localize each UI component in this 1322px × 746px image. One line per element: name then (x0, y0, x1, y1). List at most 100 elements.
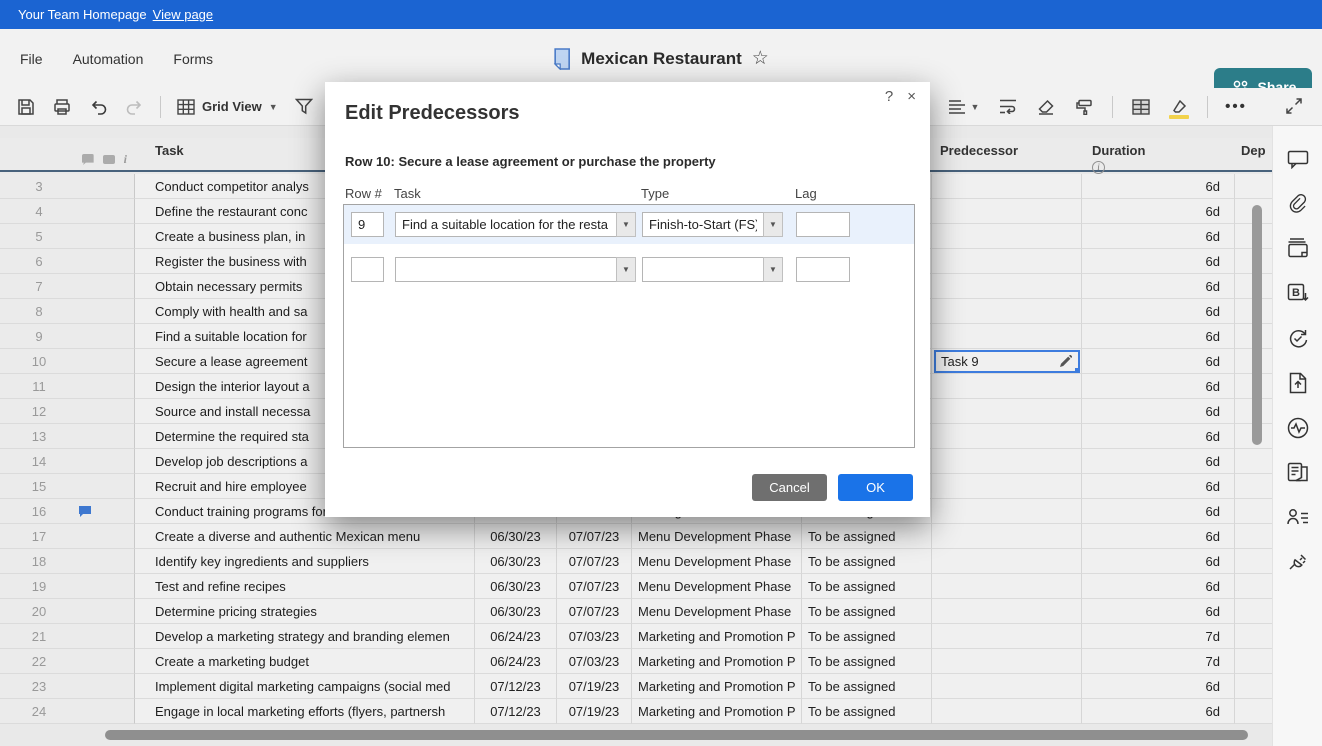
row-number-cell[interactable]: 3 (0, 174, 135, 199)
type-dropdown-caret-icon[interactable]: ▼ (763, 212, 783, 237)
predecessor-cell[interactable] (932, 474, 1082, 499)
column-header-predecessor[interactable]: Predecessor (932, 138, 1082, 170)
predecessor-cell[interactable] (932, 499, 1082, 524)
predecessor-cell[interactable] (932, 374, 1082, 399)
phase-cell[interactable]: Menu Development Phase (632, 574, 802, 599)
task-cell[interactable]: Determine pricing strategies (135, 599, 475, 624)
predecessor-cell[interactable] (932, 449, 1082, 474)
assigned-cell[interactable]: To be assigned (802, 524, 932, 549)
more-options-button[interactable]: ••• (1222, 93, 1250, 121)
predecessor-cell[interactable] (932, 599, 1082, 624)
redo-button[interactable] (120, 93, 148, 121)
proofs-icon[interactable] (1283, 233, 1313, 263)
row-number-cell[interactable]: 5 (0, 224, 135, 249)
start-date-cell[interactable]: 06/24/23 (475, 649, 557, 674)
activity-log-icon[interactable] (1283, 413, 1313, 443)
row-number-cell[interactable]: 9 (0, 324, 135, 349)
predecessor-cell[interactable] (932, 699, 1082, 724)
row-number-cell[interactable]: 19 (0, 574, 135, 599)
row-number-cell[interactable]: 11 (0, 374, 135, 399)
filter-button[interactable] (290, 93, 318, 121)
duration-info-icon[interactable]: i (1092, 161, 1105, 174)
row-number-cell[interactable]: 20 (0, 599, 135, 624)
task-dropdown-caret-icon[interactable]: ▼ (616, 212, 636, 237)
duration-cell[interactable]: 6d (1082, 324, 1235, 349)
cell-format-button[interactable] (1127, 93, 1155, 121)
save-button[interactable] (12, 93, 40, 121)
fill-handle[interactable] (1075, 368, 1080, 373)
duration-cell[interactable]: 6d (1082, 399, 1235, 424)
dialog-close-button[interactable]: × (907, 88, 916, 105)
end-date-cell[interactable]: 07/19/23 (557, 699, 632, 724)
duration-cell[interactable]: 6d (1082, 449, 1235, 474)
assigned-cell[interactable]: To be assigned (802, 649, 932, 674)
duration-cell[interactable]: 7d (1082, 649, 1235, 674)
duration-cell[interactable]: 6d (1082, 599, 1235, 624)
dependencies-cell[interactable] (1235, 649, 1272, 674)
duration-cell[interactable]: 6d (1082, 374, 1235, 399)
end-date-cell[interactable]: 07/03/23 (557, 649, 632, 674)
row-number-cell[interactable]: 8 (0, 299, 135, 324)
dependencies-cell[interactable] (1235, 449, 1272, 474)
favorite-star-icon[interactable]: ☆ (752, 47, 769, 70)
assigned-cell[interactable]: To be assigned (802, 574, 932, 599)
ok-button[interactable]: OK (838, 474, 913, 501)
predecessor-cell[interactable] (932, 274, 1082, 299)
attachments-paperclip-icon[interactable] (1283, 188, 1313, 218)
row-number-cell[interactable]: 4 (0, 199, 135, 224)
duration-cell[interactable]: 6d (1082, 274, 1235, 299)
predecessor-cell[interactable] (932, 324, 1082, 349)
phase-cell[interactable]: Marketing and Promotion P (632, 699, 802, 724)
row-number-cell[interactable]: 17 (0, 524, 135, 549)
selected-predecessor-cell[interactable]: Task 9 (934, 350, 1080, 373)
row-number-cell[interactable]: 14 (0, 449, 135, 474)
duration-cell[interactable]: 6d (1082, 549, 1235, 574)
dependencies-cell[interactable] (1235, 624, 1272, 649)
print-button[interactable] (48, 93, 76, 121)
predecessor-cell[interactable] (932, 674, 1082, 699)
predecessor-cell[interactable] (932, 524, 1082, 549)
connections-plug-icon[interactable] (1283, 547, 1313, 577)
publish-icon[interactable] (1283, 368, 1313, 398)
wrap-text-button[interactable] (994, 93, 1022, 121)
phase-cell[interactable]: Marketing and Promotion P (632, 624, 802, 649)
row-number-cell[interactable]: 22 (0, 649, 135, 674)
task-cell[interactable]: Develop a marketing strategy and brandin… (135, 624, 475, 649)
row-number-input-2[interactable] (351, 257, 384, 282)
sheet-summary-icon[interactable] (1283, 457, 1313, 487)
undo-button[interactable] (84, 93, 112, 121)
row-number-cell[interactable]: 23 (0, 674, 135, 699)
task-cell[interactable]: Engage in local marketing efforts (flyer… (135, 699, 475, 724)
menu-automation[interactable]: Automation (73, 51, 144, 67)
row-number-cell[interactable]: 13 (0, 424, 135, 449)
eraser-button[interactable] (1032, 93, 1060, 121)
vertical-scrollbar[interactable] (1252, 205, 1262, 445)
horizontal-scrollbar[interactable] (105, 730, 1248, 740)
predecessor-cell[interactable] (932, 549, 1082, 574)
row-number-cell[interactable]: 12 (0, 399, 135, 424)
predecessor-cell[interactable] (932, 624, 1082, 649)
dependencies-cell[interactable] (1235, 474, 1272, 499)
row-number-cell[interactable]: 16 (0, 499, 135, 524)
view-page-link[interactable]: View page (153, 7, 213, 22)
row-number-cell[interactable]: 21 (0, 624, 135, 649)
predecessor-cell[interactable] (932, 199, 1082, 224)
predecessor-cell[interactable] (932, 174, 1082, 199)
row-comment-icon[interactable] (78, 505, 98, 518)
phase-cell[interactable]: Menu Development Phase (632, 599, 802, 624)
type-dropdown-1[interactable]: ▼ (642, 212, 783, 237)
baselines-icon[interactable]: B (1283, 278, 1313, 308)
task-cell[interactable]: Implement digital marketing campaigns (s… (135, 674, 475, 699)
duration-cell[interactable]: 6d (1082, 699, 1235, 724)
dependencies-cell[interactable] (1235, 174, 1272, 199)
dialog-help-button[interactable]: ? (885, 88, 893, 105)
dependencies-cell[interactable] (1235, 524, 1272, 549)
task-cell[interactable]: Test and refine recipes (135, 574, 475, 599)
dependencies-cell[interactable] (1235, 499, 1272, 524)
assigned-cell[interactable]: To be assigned (802, 599, 932, 624)
end-date-cell[interactable]: 07/07/23 (557, 574, 632, 599)
task-cell[interactable]: Create a marketing budget (135, 649, 475, 674)
lag-input-1[interactable] (796, 212, 850, 237)
dependencies-cell[interactable] (1235, 674, 1272, 699)
duration-cell[interactable]: 7d (1082, 624, 1235, 649)
